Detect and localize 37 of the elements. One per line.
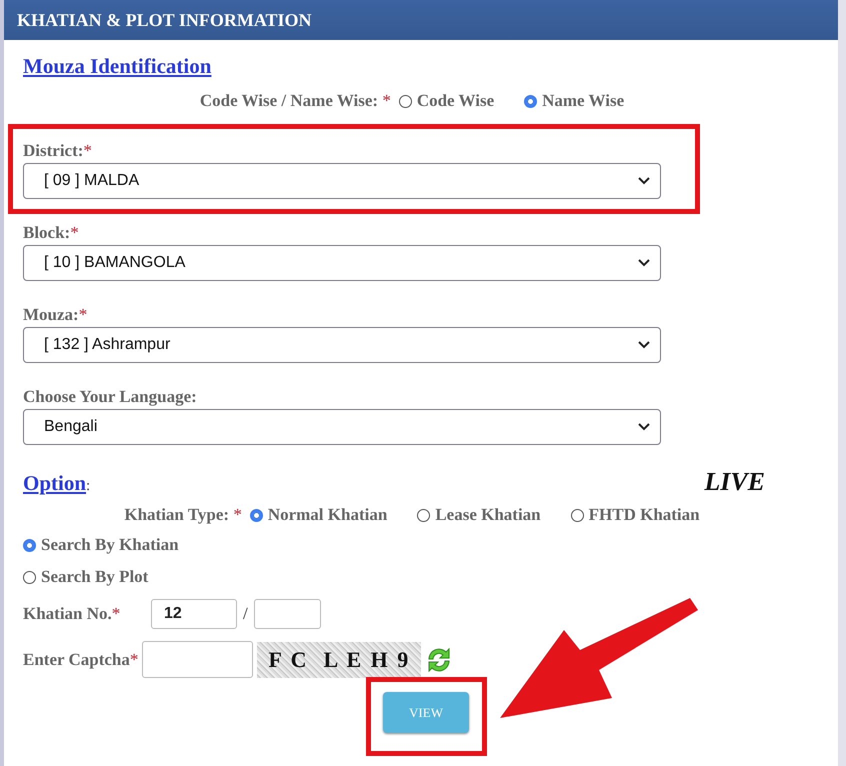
dropdown[interactable]: [ 132 ] Ashrampur xyxy=(23,327,661,363)
section-title-bar: KHATIAN & PLOT INFORMATION xyxy=(4,0,838,40)
colon-text: : xyxy=(86,478,90,494)
captcha-field[interactable] xyxy=(142,641,254,678)
chevron-icon xyxy=(638,341,650,349)
live-label: LIVE xyxy=(704,467,765,497)
input-field[interactable] xyxy=(254,599,321,629)
field-label: Code Wise / Name Wise: * xyxy=(200,91,391,111)
field-label: Enter Captcha* xyxy=(23,650,138,670)
dropdown[interactable]: [ 10 ] BAMANGOLA xyxy=(23,245,661,281)
radio-button[interactable] xyxy=(570,508,584,522)
field-label: Khatian Type: * xyxy=(124,505,242,525)
chevron-icon xyxy=(638,177,650,185)
field-label: District:* xyxy=(23,141,93,161)
radio-option[interactable]: Code Wise xyxy=(398,91,494,111)
radio-button[interactable] xyxy=(524,94,538,108)
chevron-icon xyxy=(638,259,650,267)
radio-button[interactable] xyxy=(23,570,36,584)
chevron-icon xyxy=(638,423,650,431)
radio-label: Name Wise xyxy=(542,91,624,111)
radio-button[interactable] xyxy=(23,538,36,552)
section-heading: Option xyxy=(23,471,86,495)
radio-button[interactable] xyxy=(250,508,263,522)
radio-button[interactable] xyxy=(398,94,412,108)
dropdown[interactable]: [ 09 ] MALDA xyxy=(23,163,661,199)
field-label: Choose Your Language: xyxy=(23,387,198,407)
separator-text: / xyxy=(243,604,248,624)
field-label: Mouza:* xyxy=(23,305,88,325)
radio-label: Code Wise xyxy=(416,91,494,111)
radio-option[interactable]: Name Wise xyxy=(524,91,624,111)
section-heading: Mouza Identification xyxy=(23,54,212,78)
field-label: Block:* xyxy=(23,223,80,243)
input-field[interactable]: 12 xyxy=(151,599,237,629)
captcha-image: F C L E H 9 xyxy=(257,642,422,678)
dropdown[interactable]: Bengali xyxy=(23,409,661,445)
field-label: Khatian No.* xyxy=(23,604,122,624)
radio-button[interactable] xyxy=(417,508,430,522)
